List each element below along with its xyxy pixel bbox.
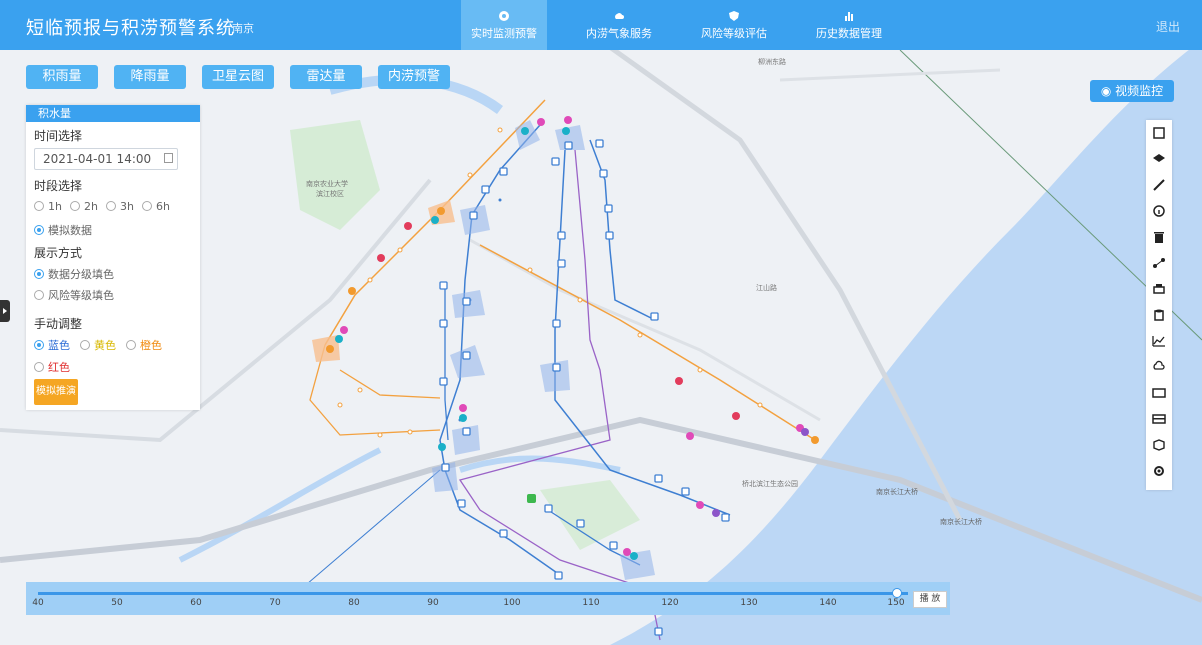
bar-chart-icon — [845, 12, 853, 21]
timeline-tick: 100 — [503, 598, 521, 608]
period-radio-3h[interactable]: 3h — [106, 200, 134, 213]
panel-collapse-handle[interactable] — [0, 300, 10, 322]
timeline-tick: 40 — [32, 598, 44, 608]
fullscreen-icon[interactable] — [1152, 126, 1166, 140]
map-toolbar — [1146, 120, 1172, 490]
cloud-icon — [615, 13, 624, 19]
play-button[interactable]: 播 放 — [913, 591, 947, 608]
line-chart-icon[interactable] — [1152, 334, 1166, 348]
nav-history-data[interactable]: 历史数据管理 — [806, 0, 892, 50]
period-radio-6h[interactable]: 6h — [142, 200, 170, 213]
timeline-tick: 50 — [111, 598, 123, 608]
layer-button-radar[interactable]: 雷达量 — [290, 65, 362, 89]
timeline-tick: 90 — [427, 598, 439, 608]
svg-text:南京长江大桥: 南京长江大桥 — [876, 487, 918, 496]
nav-label: 内涝气象服务 — [586, 27, 652, 40]
nav-realtime-monitoring[interactable]: 实时监测预警 — [461, 0, 547, 50]
nav-label: 历史数据管理 — [816, 27, 882, 40]
info-icon[interactable] — [1152, 204, 1166, 218]
display-mode-label: 展示方式 — [34, 246, 83, 260]
water-accumulation-panel: 积水量 时间选择 2021-04-01 14:00 时段选择 1h 2h 3h … — [26, 105, 200, 410]
color-radio-blue[interactable]: 蓝色 — [34, 337, 70, 353]
simulate-button[interactable]: 模拟推演 — [34, 379, 78, 405]
svg-text:桥北滨江生态公园: 桥北滨江生态公园 — [742, 479, 798, 488]
layers-icon[interactable] — [1152, 152, 1166, 166]
timeline-tick: 120 — [661, 598, 679, 608]
timeline-tick: 140 — [819, 598, 837, 608]
nav-risk-assessment[interactable]: 风险等级评估 — [691, 0, 777, 50]
timeline-handle[interactable] — [892, 588, 902, 598]
svg-text:滨江校区: 滨江校区 — [316, 189, 344, 198]
timeline-tick: 70 — [269, 598, 281, 608]
top-bar: 短临预报与积涝预警系统 南京 实时监测预警 内涝气象服务 风险等级评估 历史数据… — [0, 0, 1202, 50]
color-radio-yellow[interactable]: 黄色 — [80, 337, 116, 353]
trash-icon[interactable] — [1152, 230, 1166, 244]
timeline-tick: 130 — [740, 598, 758, 608]
display-radio-data-grading[interactable]: 数据分级填色 — [34, 266, 114, 282]
svg-text:柳洲东路: 柳洲东路 — [758, 57, 786, 66]
monitor-icon — [499, 11, 509, 21]
period-radio-1h[interactable]: 1h — [34, 200, 62, 213]
database-icon[interactable] — [1152, 308, 1166, 322]
settings-icon[interactable] — [1152, 464, 1166, 478]
nav-label: 实时监测预警 — [471, 27, 537, 40]
color-radio-orange[interactable]: 橙色 — [126, 337, 162, 353]
nav-waterlogging-weather[interactable]: 内涝气象服务 — [576, 0, 662, 50]
route-icon[interactable] — [1152, 256, 1166, 270]
map-label-campus: 南京农业大学 — [306, 179, 348, 188]
card2-icon[interactable] — [1152, 412, 1166, 426]
color-radio-red[interactable]: 红色 — [34, 359, 70, 375]
timeline-tick: 80 — [348, 598, 360, 608]
layer-button-rainfall[interactable]: 降雨量 — [114, 65, 186, 89]
panel-title: 积水量 — [26, 105, 200, 122]
time-select-label: 时间选择 — [34, 129, 83, 143]
video-monitor-button[interactable]: ◉ 视频监控 — [1090, 80, 1174, 102]
cloud-rain-icon[interactable] — [1152, 360, 1166, 374]
timeline-bar: 40 50 60 70 80 90 100 110 120 130 140 15… — [26, 582, 950, 615]
timeline-track[interactable] — [38, 592, 908, 595]
layer-button-satellite[interactable]: 卫星云图 — [202, 65, 274, 89]
manual-adjust-label: 手动调整 — [34, 317, 83, 331]
period-radio-2h[interactable]: 2h — [70, 200, 98, 213]
calendar-icon — [164, 153, 173, 163]
ruler-icon[interactable] — [1152, 178, 1166, 192]
svg-text:江山路: 江山路 — [756, 283, 777, 292]
box-icon[interactable] — [1152, 438, 1166, 452]
period-select-label: 时段选择 — [34, 179, 83, 193]
display-radio-risk-grading[interactable]: 风险等级填色 — [34, 287, 114, 303]
city-label: 南京 — [232, 22, 254, 35]
card-icon[interactable] — [1152, 386, 1166, 400]
shield-icon — [729, 11, 739, 21]
print-icon[interactable] — [1152, 282, 1166, 296]
logout-link[interactable]: 退出 — [1156, 18, 1180, 35]
location-pin-icon: ◉ — [1100, 84, 1116, 98]
layer-button-accum-rain[interactable]: 积雨量 — [26, 65, 98, 89]
layer-button-waterlogging-warning[interactable]: 内涝预警 — [378, 65, 450, 89]
app-title: 短临预报与积涝预警系统 — [26, 18, 235, 39]
datetime-input[interactable]: 2021-04-01 14:00 — [34, 148, 178, 170]
simulated-data-radio[interactable]: 模拟数据 — [34, 222, 92, 238]
nav-label: 风险等级评估 — [701, 27, 767, 40]
timeline-tick: 150 — [887, 598, 905, 608]
timeline-tick: 110 — [582, 598, 600, 608]
timeline-tick: 60 — [190, 598, 202, 608]
svg-text:南京长江大桥: 南京长江大桥 — [940, 517, 982, 526]
